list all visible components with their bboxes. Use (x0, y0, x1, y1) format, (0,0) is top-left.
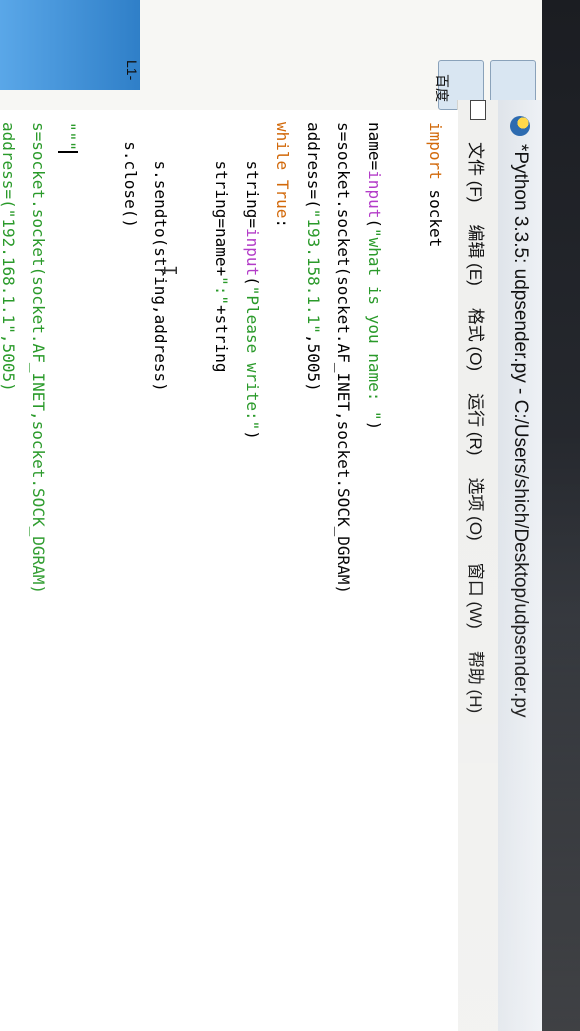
window-menu-icon[interactable] (470, 100, 486, 120)
code-line: while True: (267, 122, 298, 594)
code-text[interactable]: import socket name=input("what is you nam… (0, 122, 450, 594)
code-line: s=socket.socket(socket.AF_INET,socket.SO… (23, 122, 54, 594)
code-line: string=name+":"+string (206, 122, 237, 594)
code-editor[interactable]: import socket name=input("what is you nam… (0, 110, 458, 1031)
menu-help[interactable]: 帮助 (H) (466, 651, 491, 713)
monitor-bezel (542, 0, 580, 1031)
screen: *Python 3.3.5: udpsender.py - C:/Users/s… (0, 0, 580, 1031)
code-token: "Please write:" (243, 285, 262, 431)
code-token: ) (243, 430, 262, 440)
code-line: s.close() (115, 122, 146, 594)
code-line: """ (54, 122, 85, 594)
code-token: "193.158.1.1" (304, 208, 323, 334)
code-token: while (273, 122, 293, 171)
code-token: ":" (212, 276, 232, 306)
code-token: True (273, 179, 293, 219)
code-token: address=( (304, 122, 323, 209)
code-line: name=input("what is you name: ") (359, 122, 390, 594)
menu-format[interactable]: 格式 (O) (466, 308, 491, 371)
code-token: s.sendto(string,address) (151, 122, 171, 392)
code-token: ( (243, 276, 262, 286)
code-line: string=input("Please write:") (237, 122, 268, 594)
window-title: *Python 3.3.5: udpsender.py - C:/Users/s… (510, 144, 531, 718)
code-line: s.sendto(string,address) (145, 122, 176, 594)
code-line: address=("192.168.1.1",5005) (0, 122, 23, 594)
code-token: import (426, 122, 445, 180)
code-token: input (365, 170, 384, 219)
code-token: ) (365, 420, 384, 431)
window-titlebar[interactable]: *Python 3.3.5: udpsender.py - C:/Users/s… (497, 100, 542, 1031)
desktop-background (0, 0, 140, 90)
code-token: input (243, 227, 262, 277)
code-token: socket (426, 179, 445, 248)
menu-edit[interactable]: 编辑 (E) (466, 224, 491, 285)
code-token: ,5005) (304, 333, 323, 392)
menu-options[interactable]: 选项 (O) (466, 477, 491, 540)
code-token: s=socket.socket(socket.AF_INET,socket.SO… (29, 122, 49, 595)
line-column-label: L1- (124, 60, 140, 81)
code-token: name= (365, 122, 384, 171)
python-idle-icon (510, 116, 530, 136)
menu-bar: 文件 (F) 编辑 (E) 格式 (O) 运行 (R) 选项 (O) 窗口 (W… (457, 100, 498, 1031)
code-token: string= (243, 122, 262, 228)
menu-file[interactable]: 文件 (F) (466, 142, 491, 202)
code-token: """ (60, 122, 79, 151)
code-token: s=socket.socket(socket.AF_INET,socket.SO… (334, 122, 354, 595)
code-line: address=("193.158.1.1",5005) (298, 122, 329, 594)
menu-windows[interactable]: 窗口 (W) (466, 563, 491, 629)
code-token: ( (365, 218, 384, 228)
menu-run[interactable]: 运行 (R) (466, 393, 491, 455)
code-token: : (273, 218, 293, 228)
text-caret (58, 150, 79, 153)
left-pane-label: 百度 (434, 74, 450, 102)
code-token: s.close() (121, 122, 140, 228)
text-cursor-ibeam-icon: I (159, 265, 180, 276)
code-token: address=("192.168.1.1",5005) (0, 122, 18, 392)
code-line: import socket (420, 122, 451, 594)
code-token: string=name+ (212, 122, 232, 277)
code-token: "what is you name: " (365, 227, 384, 421)
code-token: +string (212, 305, 232, 373)
code-line: s=socket.socket(socket.AF_INET,socket.SO… (328, 122, 359, 594)
